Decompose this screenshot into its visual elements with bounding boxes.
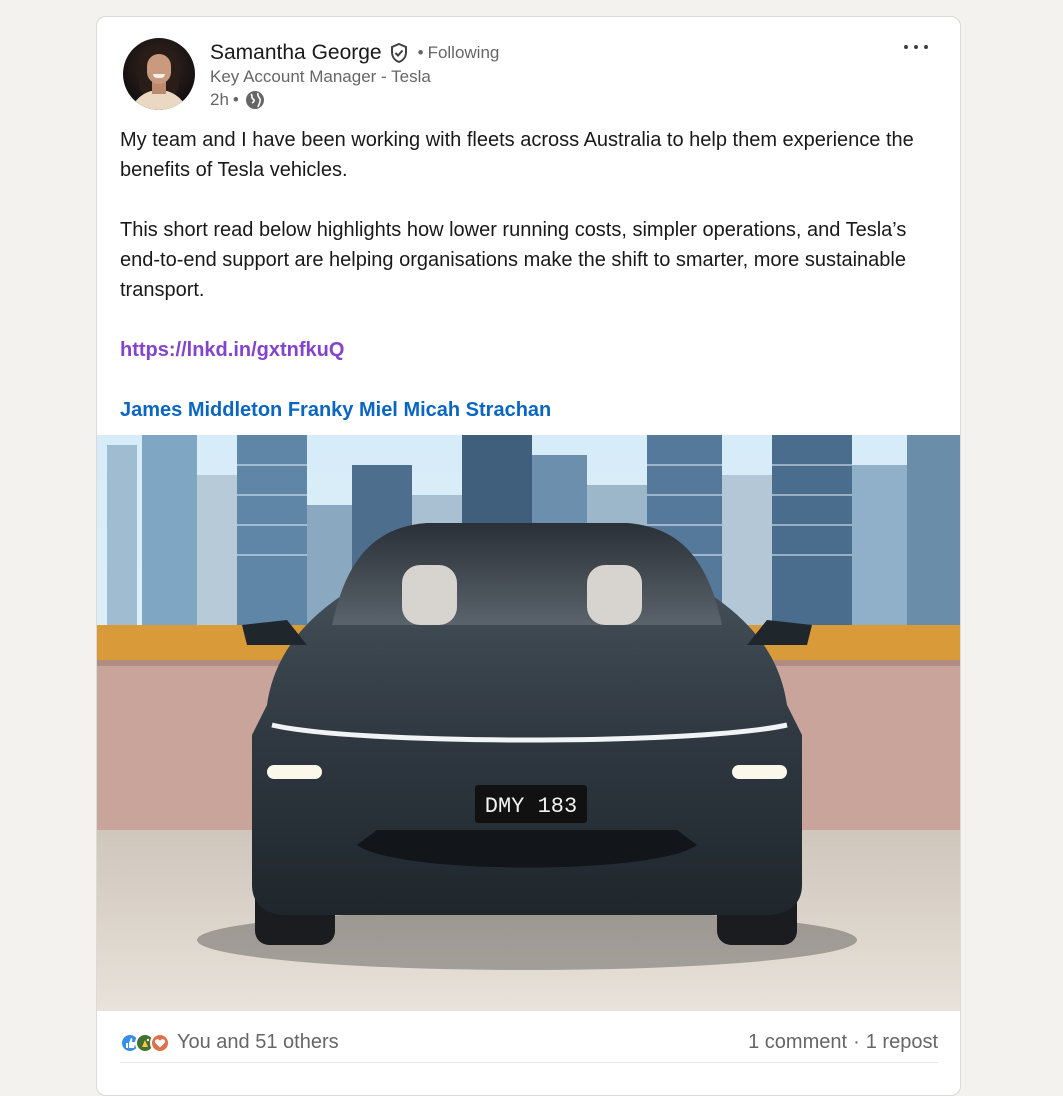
more-options-icon[interactable] <box>902 37 930 57</box>
post-time: 2h <box>210 90 229 109</box>
comments-count[interactable]: 1 comment <box>748 1031 847 1054</box>
social-counts-bar: You and 51 others 1 comment · 1 repost <box>120 1023 938 1063</box>
separator-dot: • <box>417 43 424 62</box>
reactions-summary[interactable]: You and 51 others <box>120 1031 339 1054</box>
author-name[interactable]: Samantha George <box>210 41 382 65</box>
author-avatar[interactable] <box>123 38 195 110</box>
verified-badge-icon <box>388 42 410 64</box>
author-headline: Key Account Manager - Tesla <box>210 67 431 86</box>
mentions: James Middleton Franky Miel Micah Strach… <box>120 395 940 425</box>
license-plate: DMY 183 <box>485 794 577 819</box>
mention-james-middleton[interactable]: James Middleton <box>120 399 282 421</box>
post-link[interactable]: https://lnkd.in/gxtnfkuQ <box>120 339 344 361</box>
post-meta: 2h • <box>210 90 265 110</box>
post-body: My team and I have been working with fle… <box>120 125 940 455</box>
reactions-text[interactable]: You and 51 others <box>177 1031 339 1054</box>
author-name-row: Samantha George • Following <box>210 39 499 67</box>
post-paragraph-2: This short read below highlights how low… <box>120 219 907 301</box>
follow-status[interactable]: Following <box>428 43 500 63</box>
reposts-count[interactable]: 1 repost <box>866 1031 938 1054</box>
post-paragraph-1: My team and I have been working with fle… <box>120 129 914 181</box>
post-card: Samantha George • Following Key Account … <box>96 16 961 1096</box>
mention-micah-strachan[interactable]: Micah Strachan <box>403 399 551 421</box>
engagement-counts: 1 comment · 1 repost <box>748 1031 938 1054</box>
post-image[interactable]: DMY 183 <box>97 435 960 1011</box>
love-icon <box>150 1032 170 1053</box>
globe-icon <box>245 90 265 110</box>
mention-franky-miel[interactable]: Franky Miel <box>288 399 398 421</box>
